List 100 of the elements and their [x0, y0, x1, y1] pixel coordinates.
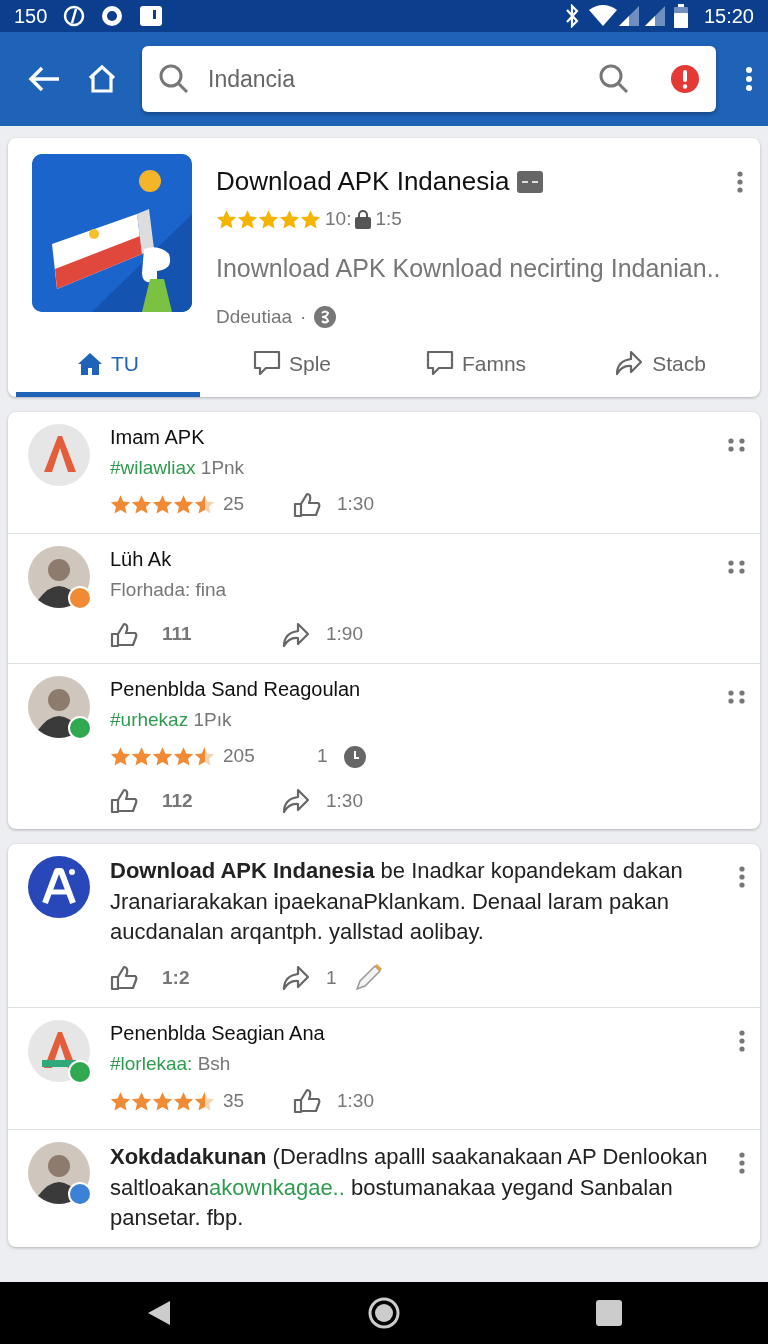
post-text: Download APK Indanesia be Inadkar kopandekam dakan Jranariarakakan ipaekanaPklankam. Denaal laram pakan aucdanalan arqantph. yallstad aolibay.	[110, 857, 684, 946]
star-icon	[131, 746, 152, 767]
star-icon	[110, 1090, 131, 1112]
star-icon	[173, 1090, 194, 1112]
share-arrow-icon[interactable]	[282, 965, 310, 992]
star-icon	[258, 208, 279, 230]
rating-count: 25	[223, 492, 246, 517]
tab[interactable]: Sple	[200, 339, 384, 397]
home-circle-icon[interactable]	[368, 1297, 400, 1329]
search-field[interactable]: Indancia	[142, 46, 716, 112]
share-arrow-icon[interactable]	[282, 788, 310, 814]
like-count: 111	[162, 622, 192, 647]
drag-handle-icon[interactable]	[728, 437, 746, 452]
person-silhouette-avatar	[28, 675, 90, 738]
user-name: Penenblda Seagian Ana	[110, 1021, 326, 1047]
more-vertical-icon[interactable]	[738, 866, 746, 888]
alert-icon[interactable]	[670, 64, 700, 94]
comment-icon	[425, 350, 454, 377]
star-icon	[110, 746, 131, 767]
comment-icon	[253, 350, 281, 377]
star-icon	[152, 494, 173, 515]
home-icon	[77, 351, 103, 376]
share-count: 1:30	[326, 788, 363, 813]
share-arrow-icon	[614, 350, 645, 377]
thumbs-up-icon[interactable]	[293, 491, 321, 518]
dot-separator: ·	[300, 305, 307, 329]
star-icon	[194, 1090, 215, 1112]
time-text: 1:30	[337, 1088, 374, 1113]
star-icon	[152, 746, 173, 767]
status-text: 150	[14, 4, 48, 29]
search-icon	[158, 63, 190, 95]
time-text: 1:30	[337, 492, 374, 517]
star-icon	[194, 746, 215, 767]
app-logo-avatar	[28, 1020, 90, 1083]
circle-icon	[101, 5, 124, 27]
tag-icon	[517, 170, 544, 193]
app-logo-avatar	[28, 423, 90, 486]
search-icon[interactable]	[598, 63, 630, 95]
hashtag-text: #wilawliax 1Pnk	[110, 455, 246, 480]
star-icon	[131, 494, 152, 515]
share-count: 1	[326, 966, 337, 991]
tab[interactable]: TU	[16, 339, 200, 397]
rating-text: 10:	[325, 207, 352, 231]
app-title: Download APK Indanesia	[216, 165, 510, 198]
count-text: 1	[317, 744, 328, 769]
back-arrow-icon	[27, 65, 61, 93]
comment-text: Florhada: fina	[110, 577, 228, 602]
thumbs-up-icon[interactable]	[110, 788, 138, 814]
more-vertical-icon[interactable]	[736, 169, 744, 194]
star-icon	[131, 1090, 152, 1112]
thumbs-up-icon[interactable]	[110, 621, 138, 648]
back-triangle-icon[interactable]	[146, 1299, 172, 1327]
circle-slash-icon	[63, 5, 86, 27]
hashtag-text: #urhekaz 1Pık	[110, 707, 233, 732]
clock-icon	[343, 745, 366, 768]
tab[interactable]: Famns	[384, 339, 568, 397]
rating-count: 205	[223, 744, 256, 769]
person-silhouette-avatar	[28, 1142, 90, 1205]
tab[interactable]: Stacb	[568, 339, 752, 397]
clock-time: 15:20	[703, 4, 754, 29]
star-icon	[300, 208, 321, 230]
drag-handle-icon[interactable]	[728, 689, 746, 704]
like-count: 1:2	[162, 966, 190, 991]
share-count: 1:90	[326, 622, 363, 647]
star-icon	[216, 208, 237, 230]
home-icon	[87, 64, 117, 94]
drag-handle-icon[interactable]	[728, 559, 746, 574]
developer-name: Ddeutiaa	[216, 305, 293, 329]
signal-icon	[643, 5, 666, 27]
like-count: 112	[162, 788, 193, 813]
more-vertical-icon	[745, 66, 753, 92]
user-name: Lüh Ak	[110, 546, 173, 572]
hashtag-link[interactable]: akownkagae..	[209, 1174, 345, 1200]
star-icon	[279, 208, 300, 230]
search-input[interactable]: Indancia	[206, 60, 582, 98]
rating-count: 35	[223, 1088, 246, 1113]
size-text: 1:5	[375, 207, 402, 231]
wifi-icon	[587, 5, 618, 27]
info-circle-icon	[314, 306, 337, 329]
battery-icon	[673, 4, 688, 28]
star-icon	[237, 208, 258, 230]
user-name: Penenblda Sand Reagoulan	[110, 676, 362, 702]
person-silhouette-avatar	[28, 545, 90, 608]
thumbs-up-icon[interactable]	[110, 965, 138, 992]
share-arrow-icon[interactable]	[282, 621, 310, 648]
lock-icon	[355, 209, 372, 230]
signal-icon	[617, 5, 640, 27]
app-logo-avatar	[28, 856, 90, 919]
star-icon	[173, 746, 194, 767]
thumbs-up-icon[interactable]	[293, 1088, 321, 1115]
message-text: Xokdadakunan (Deradlns apalll saakanakaan AP Denlookan saltloakanakownkagae.. bostumanakaa yegand Sanbalan pansetar. fbp.	[110, 1143, 709, 1233]
star-icon	[110, 494, 131, 515]
app-description: Inownload APK Kownload necirting Indanian..	[216, 252, 722, 284]
star-icon	[194, 494, 215, 515]
more-vertical-icon[interactable]	[738, 1030, 746, 1053]
user-name: Imam APK	[110, 424, 206, 450]
star-icon	[173, 494, 194, 515]
more-vertical-icon[interactable]	[738, 1152, 746, 1175]
star-icon	[152, 1090, 173, 1112]
notification-icon	[139, 5, 164, 27]
